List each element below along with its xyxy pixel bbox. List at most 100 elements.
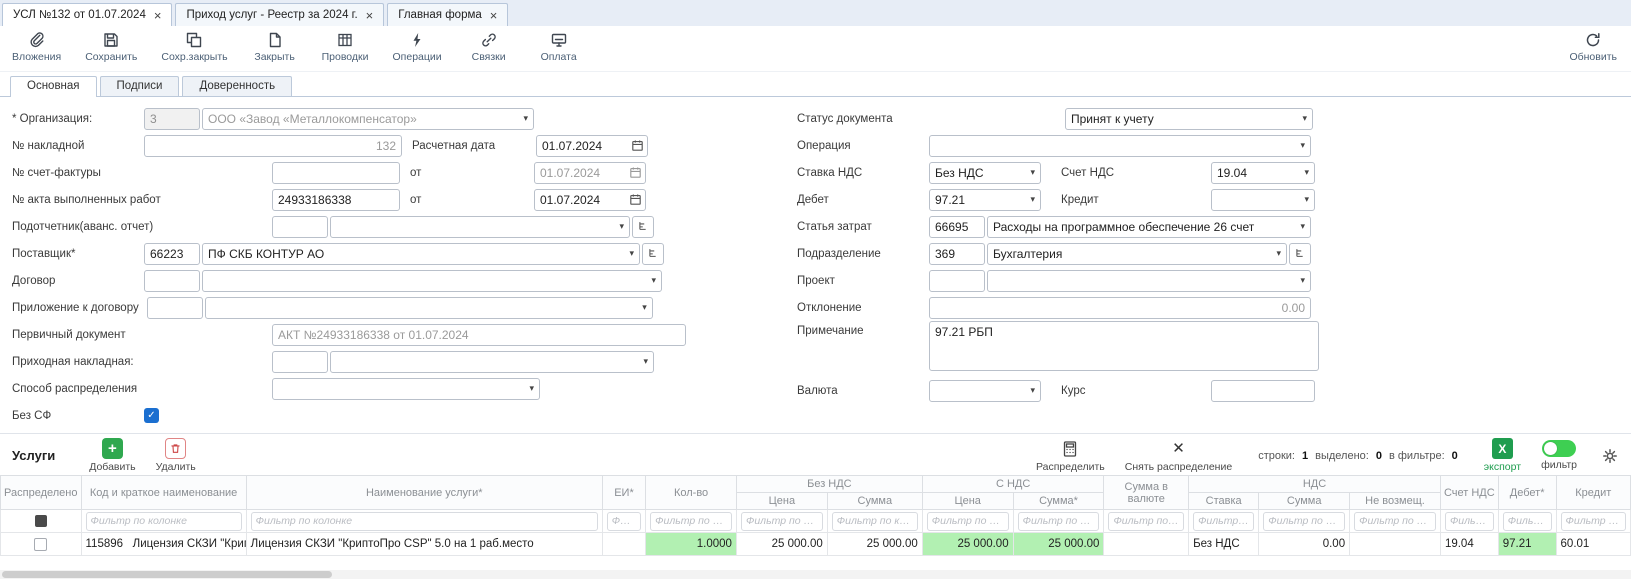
filter-input-vat-account[interactable] (1445, 512, 1494, 531)
vat-account-select[interactable]: 19.04 ▾ (1211, 162, 1315, 184)
accountable-tree-button[interactable] (632, 216, 654, 238)
project-select[interactable]: ▾ (987, 270, 1311, 292)
tab-attorney[interactable]: Доверенность (182, 76, 292, 96)
receipt-invoice-code-field[interactable] (272, 351, 328, 373)
col-header-qty[interactable]: Кол-во (646, 476, 737, 510)
save-close-button[interactable]: Сохр.закрыть (161, 30, 227, 63)
act-number-field[interactable] (272, 189, 400, 211)
col-header-service[interactable]: Наименование услуги* (246, 476, 602, 510)
select-all-checkbox[interactable] (35, 515, 47, 527)
debit-select[interactable]: 97.21 ▾ (929, 189, 1041, 211)
filter-input-service[interactable] (251, 512, 598, 531)
col-header-debit[interactable]: Дебет* (1498, 476, 1556, 510)
window-tab-document[interactable]: УСЛ №132 от 01.07.2024 × (2, 3, 172, 26)
filter-input-vat-sum[interactable] (1263, 512, 1345, 531)
calendar-icon[interactable] (631, 139, 644, 152)
close-tab-icon[interactable]: × (490, 9, 498, 22)
col-header-distributed[interactable]: Распределено (1, 476, 82, 510)
department-select[interactable]: Бухгалтерия ▾ (987, 243, 1287, 265)
contract-select[interactable]: ▾ (202, 270, 662, 292)
service-row[interactable]: 115896 Лицензия СКЗИ "Крипто... Лицензия… (1, 533, 1631, 556)
col-header-price-with-vat[interactable]: Цена (922, 493, 1013, 510)
col-header-vat-rate[interactable]: Ставка (1189, 493, 1259, 510)
grid-settings-button[interactable] (1601, 439, 1619, 473)
col-header-vat-nonrefund[interactable]: Не возмещ. (1350, 493, 1441, 510)
add-row-button[interactable]: + Добавить (89, 438, 135, 473)
department-tree-button[interactable] (1289, 243, 1311, 265)
filter-input-vat-rate[interactable] (1193, 512, 1254, 531)
links-button[interactable]: Связки (466, 30, 512, 63)
col-header-credit[interactable]: Кредит (1556, 476, 1630, 510)
filter-input-qty[interactable] (650, 512, 732, 531)
col-header-sum-no-vat[interactable]: Сумма (827, 493, 922, 510)
no-sf-checkbox[interactable]: ✓ (144, 408, 159, 423)
col-header-vat-account[interactable]: Счет НДС (1440, 476, 1498, 510)
postings-button[interactable]: Проводки (322, 30, 369, 63)
organization-select[interactable]: ООО «Завод «Металлокомпенсатор» ▾ (202, 108, 534, 130)
operation-select[interactable]: ▾ (929, 135, 1311, 157)
contract-annex-select[interactable]: ▾ (205, 297, 653, 319)
document-status-select[interactable]: Принят к учету ▾ (1065, 108, 1313, 130)
close-tab-icon[interactable]: × (154, 9, 162, 22)
currency-select[interactable]: ▾ (929, 380, 1041, 402)
close-button[interactable]: Закрыть (252, 30, 298, 63)
filter-input-sum-with-vat[interactable] (1018, 512, 1100, 531)
calendar-icon[interactable] (629, 193, 642, 206)
supplier-code-field[interactable] (144, 243, 200, 265)
project-code-field[interactable] (929, 270, 985, 292)
window-tab-main-form[interactable]: Главная форма × (387, 3, 508, 26)
toggle-switch[interactable] (1542, 440, 1576, 457)
accountable-select[interactable]: ▾ (330, 216, 630, 238)
undistribute-button[interactable]: ✕ Снять распределение (1125, 438, 1232, 473)
sf-date-field[interactable]: 01.07.2024 (534, 162, 646, 184)
contract-annex-code-field[interactable] (147, 297, 203, 319)
calc-date-field[interactable]: 01.07.2024 (536, 135, 648, 157)
save-button[interactable]: Сохранить (85, 30, 137, 63)
credit-select[interactable]: ▾ (1211, 189, 1315, 211)
filter-input-sum-currency[interactable] (1108, 512, 1184, 531)
window-tab-registry[interactable]: Приход услуг - Реестр за 2024 г. × (175, 3, 384, 26)
supplier-tree-button[interactable] (642, 243, 664, 265)
col-header-sum-with-vat[interactable]: Сумма* (1013, 493, 1104, 510)
contract-code-field[interactable] (144, 270, 200, 292)
sf-number-field[interactable] (272, 162, 400, 184)
distribution-method-select[interactable]: ▾ (272, 378, 540, 400)
filter-input-credit[interactable] (1561, 512, 1626, 531)
payment-button[interactable]: Оплата (536, 30, 582, 63)
act-date-field[interactable]: 01.07.2024 (534, 189, 646, 211)
tab-signatures[interactable]: Подписи (100, 76, 180, 96)
filter-toggle-button[interactable]: фильтр (1541, 440, 1577, 471)
rate-field[interactable] (1211, 380, 1315, 402)
col-header-sum-currency[interactable]: Сумма в валюте (1104, 476, 1189, 510)
close-tab-icon[interactable]: × (366, 9, 374, 22)
filter-input-code[interactable] (86, 512, 242, 531)
tab-main[interactable]: Основная (10, 76, 97, 97)
cost-item-select[interactable]: Расходы на программное обеспечение 26 сч… (987, 216, 1311, 238)
refresh-button[interactable]: Обновить (1569, 30, 1617, 63)
note-field[interactable]: 97.21 РБП (929, 321, 1319, 371)
accountable-code-field[interactable] (272, 216, 328, 238)
operations-button[interactable]: Операции (393, 30, 442, 63)
primary-document-field[interactable] (272, 324, 686, 346)
invoice-number-field[interactable] (144, 135, 402, 157)
receipt-invoice-select[interactable]: ▾ (330, 351, 654, 373)
deviation-field[interactable] (929, 297, 1311, 319)
scrollbar-thumb[interactable] (2, 571, 332, 578)
organization-code-field[interactable] (144, 108, 200, 130)
distribute-button[interactable]: Распределить (1036, 438, 1105, 473)
col-header-unit[interactable]: ЕИ* (602, 476, 645, 510)
department-code-field[interactable] (929, 243, 985, 265)
row-checkbox[interactable] (34, 538, 47, 551)
filter-input-unit[interactable] (607, 512, 641, 531)
calendar-icon[interactable] (629, 166, 642, 179)
col-header-vat-sum[interactable]: Сумма (1259, 493, 1350, 510)
col-header-code[interactable]: Код и краткое наименование (81, 476, 246, 510)
export-excel-button[interactable]: X экспорт (1484, 438, 1521, 473)
vat-rate-select[interactable]: Без НДС ▾ (929, 162, 1041, 184)
filter-input-vat-nonrefund[interactable] (1354, 512, 1436, 531)
horizontal-scrollbar[interactable] (0, 570, 1631, 579)
attachments-button[interactable]: Вложения (12, 30, 61, 63)
filter-input-sum-no-vat[interactable] (832, 512, 918, 531)
supplier-select[interactable]: ПФ СКБ КОНТУР АО ▾ (202, 243, 640, 265)
cost-item-code-field[interactable] (929, 216, 985, 238)
